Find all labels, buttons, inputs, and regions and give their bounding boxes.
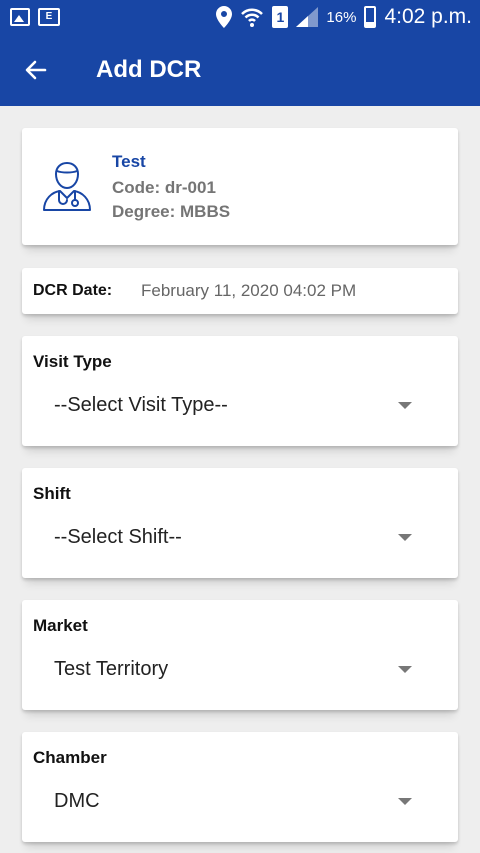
doctor-code: Code: dr-001	[112, 178, 216, 197]
visit-type-select[interactable]: --Select Visit Type--	[54, 394, 228, 417]
dropdown-arrow-icon[interactable]	[398, 402, 412, 409]
chamber-card: Chamber DMC	[22, 732, 458, 842]
shift-label: Shift	[33, 484, 71, 503]
dropdown-arrow-icon[interactable]	[398, 798, 412, 805]
doctor-card: Test Code: dr-001 Degree: MBBS	[22, 128, 458, 245]
doctor-degree: Degree: MBBS	[112, 202, 231, 221]
visit-type-label: Visit Type	[33, 352, 112, 371]
keyboard-language-icon: E	[38, 8, 60, 26]
arrow-left-icon	[25, 60, 47, 80]
visit-type-card: Visit Type --Select Visit Type--	[22, 336, 458, 446]
app-bar: Add DCR	[0, 34, 480, 106]
dcr-date-card[interactable]: DCR Date: February 11, 2020 04:02 PM	[22, 268, 458, 314]
market-card: Market Test Territory	[22, 600, 458, 710]
dropdown-arrow-icon[interactable]	[398, 666, 412, 673]
location-icon	[216, 6, 233, 28]
doctor-name: Test	[112, 152, 146, 171]
signal-icon	[296, 7, 319, 27]
clock: 4:02 p.m.	[384, 5, 472, 28]
gallery-notification-icon	[10, 8, 30, 26]
shift-select[interactable]: --Select Shift--	[54, 526, 182, 549]
dcr-date-label: DCR Date:	[33, 282, 113, 299]
wifi-icon	[241, 8, 264, 27]
market-select[interactable]: Test Territory	[54, 658, 168, 681]
doctor-avatar-icon	[43, 162, 91, 211]
dcr-date-value[interactable]: February 11, 2020 04:02 PM	[141, 281, 356, 301]
chamber-label: Chamber	[33, 748, 107, 767]
market-label: Market	[33, 616, 88, 635]
shift-card: Shift --Select Shift--	[22, 468, 458, 578]
page-title: Add DCR	[96, 56, 202, 83]
back-button[interactable]	[0, 34, 72, 106]
status-bar: E 1 16% 4:02 p.m.	[0, 0, 480, 34]
sim-card-icon: 1	[272, 6, 289, 28]
dropdown-arrow-icon[interactable]	[398, 534, 412, 541]
battery-icon	[364, 6, 377, 28]
battery-percent: 16%	[326, 8, 357, 26]
chamber-select[interactable]: DMC	[54, 790, 100, 813]
